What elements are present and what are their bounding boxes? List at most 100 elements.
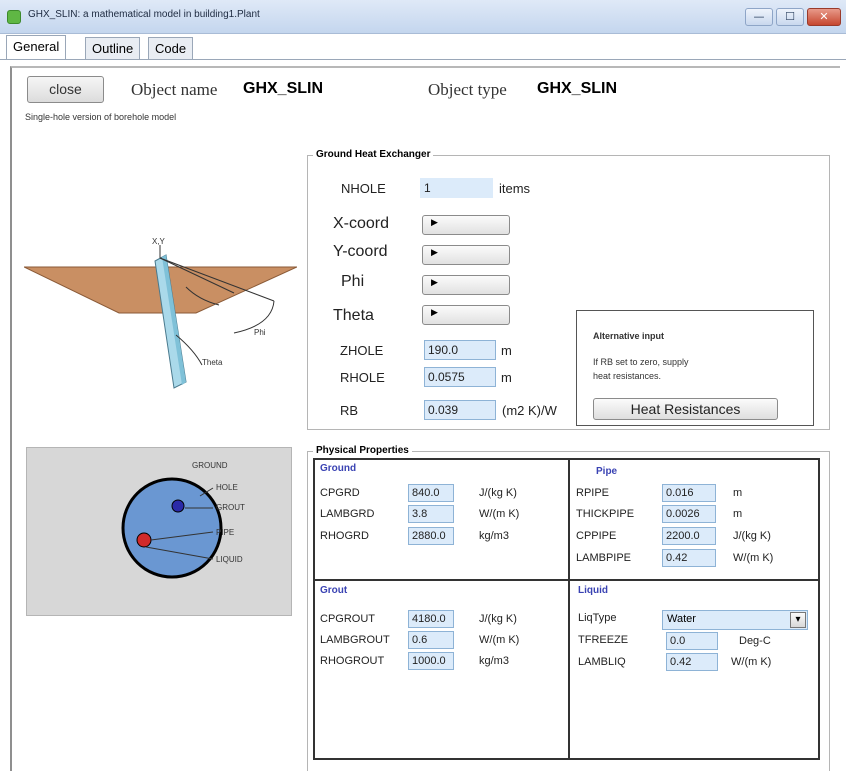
chevron-down-icon[interactable]: ▾	[790, 612, 806, 628]
grid-horizontal-divider	[313, 579, 820, 581]
theta-label: Theta	[202, 358, 223, 367]
ground-label: GROUND	[192, 461, 228, 470]
play-icon: ▶	[431, 247, 438, 257]
thickpipe-unit: m	[733, 508, 743, 520]
lambgrd-label: LAMBGRD	[320, 508, 375, 520]
rhole-unit: m	[501, 370, 512, 385]
borehole-geometry-svg: X,Y Phi Theta	[23, 237, 298, 389]
alt-input-text2: heat resistances.	[593, 371, 662, 381]
rhole-field[interactable]: 0.0575	[424, 367, 496, 387]
phi-label: Phi	[254, 328, 266, 337]
cross-section-svg: GROUND HOLE GROUT PIPE LIQUID	[121, 461, 245, 579]
play-icon: ▶	[431, 307, 438, 317]
rhogrd-unit: kg/m3	[479, 530, 509, 542]
cpgrd-unit: J/(kg K)	[479, 487, 517, 499]
minimize-button[interactable]: —	[745, 8, 773, 26]
xy-label: X,Y	[152, 237, 166, 246]
lambgrd-field[interactable]: 3.8	[408, 505, 454, 523]
close-button[interactable]: close	[27, 76, 104, 103]
borehole-geometry-diagram: X,Y Phi Theta	[23, 215, 298, 398]
object-type-value: GHX_SLIN	[537, 80, 618, 97]
play-icon: ▶	[431, 217, 438, 227]
phi-label: Phi	[341, 273, 365, 290]
cppipe-unit: J/(kg K)	[733, 530, 771, 542]
object-name-label: Object name	[131, 80, 218, 99]
tab-divider	[0, 59, 846, 60]
thickpipe-label: THICKPIPE	[576, 508, 635, 520]
rhogrd-field[interactable]: 2880.0	[408, 527, 454, 545]
xcoord-label: X-coord	[333, 215, 390, 232]
play-icon: ▶	[431, 277, 438, 287]
nhole-label: NHOLE	[341, 181, 386, 196]
hole-label: HOLE	[216, 483, 238, 492]
liquid-header: Liquid	[578, 585, 608, 596]
liqtype-value: Water	[667, 613, 696, 625]
nhole-field[interactable]: 1	[420, 178, 493, 198]
phi-array-button[interactable]: ▶	[422, 275, 510, 295]
grout-header: Grout	[320, 585, 348, 596]
ycoord-array-button[interactable]: ▶	[422, 245, 510, 265]
grout-label: GROUT	[216, 503, 245, 512]
properties-grid	[313, 458, 820, 760]
rhogrout-label: RHOGROUT	[320, 655, 385, 667]
rb-unit: (m2 K)/W	[502, 403, 557, 418]
title-bar: GHX_SLIN: a mathematical model in buildi…	[0, 0, 846, 34]
cppipe-field[interactable]: 2200.0	[662, 527, 716, 545]
ground-header: Ground	[320, 463, 357, 474]
rpipe-field[interactable]: 0.016	[662, 484, 716, 502]
window-close-button[interactable]: ✕	[807, 8, 841, 26]
lambgrout-label: LAMBGROUT	[320, 634, 390, 646]
lambpipe-field[interactable]: 0.42	[662, 549, 716, 567]
cpgrd-label: CPGRD	[320, 487, 360, 499]
rpipe-unit: m	[733, 487, 743, 499]
thickpipe-field[interactable]: 0.0026	[662, 505, 716, 523]
rpipe-label: RPIPE	[576, 487, 610, 499]
lambliq-label: LAMBLIQ	[578, 656, 626, 668]
xcoord-array-button[interactable]: ▶	[422, 215, 510, 235]
cpgrout-unit: J/(kg K)	[479, 613, 517, 625]
cppipe-label: CPPIPE	[576, 530, 617, 542]
lambgrd-unit: W/(m K)	[479, 508, 520, 520]
zhole-field[interactable]: 190.0	[424, 340, 496, 360]
heat-resistances-button[interactable]: Heat Resistances	[593, 398, 778, 420]
tab-outline[interactable]: Outline	[85, 37, 141, 59]
object-type-label: Object type	[428, 80, 507, 99]
minimize-icon: —	[753, 10, 765, 23]
close-icon: ✕	[819, 10, 829, 23]
alt-input-title: Alternative input	[593, 331, 665, 341]
lambliq-unit: W/(m K)	[731, 656, 772, 668]
theta-array-button[interactable]: ▶	[422, 305, 510, 325]
cpgrout-label: CPGROUT	[320, 613, 375, 625]
liqtype-label: LiqType	[578, 612, 617, 624]
ghx-group-title: Ground Heat Exchanger	[313, 149, 434, 160]
cpgrd-field[interactable]: 840.0	[408, 484, 454, 502]
tfreeze-unit: Deg-C	[739, 635, 771, 647]
tfreeze-field[interactable]: 0.0	[666, 632, 718, 650]
rb-field[interactable]: 0.039	[424, 400, 496, 420]
nhole-unit: items	[499, 181, 531, 196]
lambpipe-label: LAMBPIPE	[576, 552, 632, 564]
rhogrout-unit: kg/m3	[479, 655, 509, 667]
rb-label: RB	[340, 403, 359, 418]
lambliq-field[interactable]: 0.42	[666, 653, 718, 671]
description-text: Single-hole version of borehole model	[25, 112, 177, 122]
rhole-label: RHOLE	[340, 370, 385, 385]
grid-vertical-divider	[568, 458, 570, 760]
tab-code[interactable]: Code	[148, 37, 194, 59]
ycoord-label: Y-coord	[333, 243, 388, 260]
rhogrd-label: RHOGRD	[320, 530, 369, 542]
liqtype-select[interactable]: Water ▾	[662, 610, 808, 630]
app-icon	[7, 10, 21, 24]
cross-section-diagram: GROUND HOLE GROUT PIPE LIQUID	[26, 447, 292, 616]
lambgrout-unit: W/(m K)	[479, 634, 520, 646]
maximize-button[interactable]: ☐	[776, 8, 804, 26]
liquid-label: LIQUID	[216, 555, 243, 564]
tab-general[interactable]: General	[6, 35, 67, 60]
rhogrout-field[interactable]: 1000.0	[408, 652, 454, 670]
lambgrout-field[interactable]: 0.6	[408, 631, 454, 649]
cpgrout-field[interactable]: 4180.0	[408, 610, 454, 628]
physical-properties-title: Physical Properties	[313, 445, 412, 456]
maximize-icon: ☐	[785, 10, 795, 23]
pipe-label: PIPE	[216, 528, 234, 537]
tfreeze-label: TFREEZE	[578, 634, 629, 646]
